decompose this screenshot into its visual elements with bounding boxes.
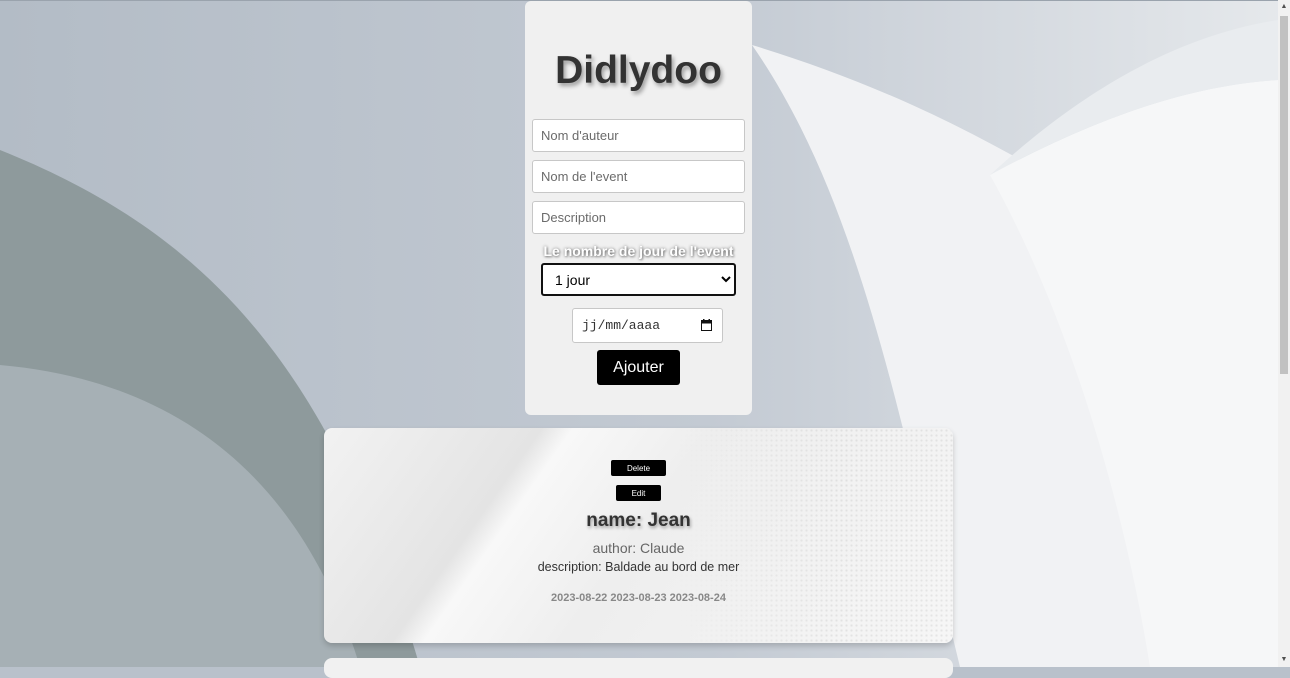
event-name: name: Jean <box>586 510 691 531</box>
scrollbar-thumb[interactable] <box>1280 16 1288 374</box>
days-count-label: Le nombre de jour de l'event <box>543 243 734 259</box>
add-event-button[interactable]: Ajouter <box>597 350 680 385</box>
vertical-scrollbar[interactable]: ▲ ▼ <box>1278 0 1290 667</box>
event-name-input[interactable] <box>532 160 745 193</box>
author-name-input[interactable] <box>532 119 745 152</box>
event-card: Delete Edit name: Jean author: Claude de… <box>324 428 953 643</box>
event-author: author: Claude <box>592 540 685 556</box>
date-placeholder: jj/mm/aaaa <box>582 318 661 333</box>
description-input[interactable] <box>532 201 745 234</box>
scroll-down-arrow-icon[interactable]: ▼ <box>1278 653 1290 667</box>
event-form-card: Didlydoo Le nombre de jour de l'event 1 … <box>525 1 752 415</box>
next-event-card <box>324 658 953 678</box>
delete-button[interactable]: Delete <box>611 460 666 476</box>
edit-button[interactable]: Edit <box>616 485 661 501</box>
event-dates: 2023-08-22 2023-08-23 2023-08-24 <box>551 592 726 604</box>
date-input[interactable]: jj/mm/aaaa <box>572 308 723 343</box>
calendar-icon[interactable] <box>701 319 712 331</box>
scroll-up-arrow-icon[interactable]: ▲ <box>1278 0 1290 14</box>
page-title: Didlydoo <box>555 49 722 92</box>
days-count-select[interactable]: 1 jour <box>541 263 736 296</box>
event-description: description: Baldade au bord de mer <box>537 560 740 574</box>
